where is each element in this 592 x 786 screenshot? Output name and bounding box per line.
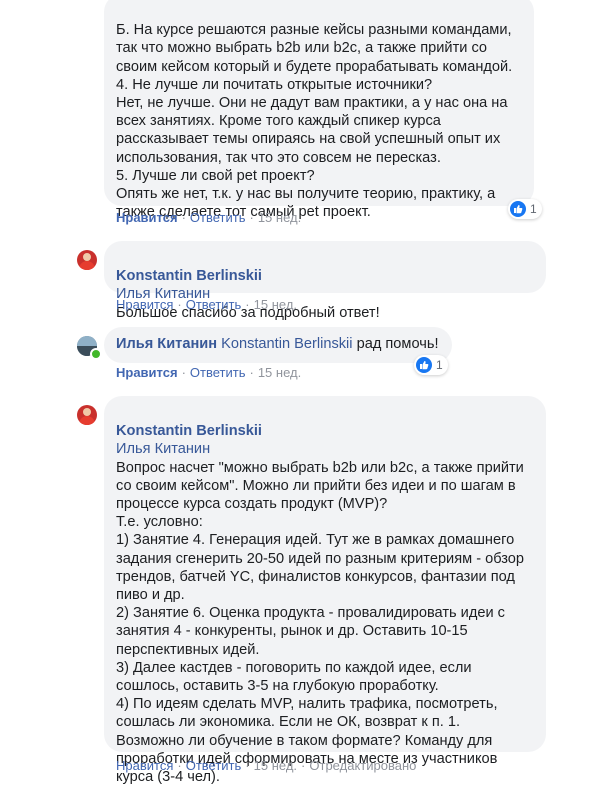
avatar[interactable] [77, 405, 97, 425]
comment-actions: Нравится · Ответить · 15 нед. [116, 297, 298, 312]
timestamp[interactable]: 15 нед. [258, 210, 301, 225]
like-link[interactable]: Нравится [116, 210, 178, 225]
reply-link[interactable]: Ответить [186, 758, 242, 773]
thumbs-up-icon [416, 357, 432, 373]
like-link[interactable]: Нравится [116, 297, 173, 312]
comment-bubble: Konstantin Berlinskii Илья Китанин Вопро… [104, 396, 546, 785]
comment-author[interactable]: Илья Китанин [116, 336, 217, 352]
comment-author[interactable]: Konstantin Berlinskii [116, 268, 262, 284]
reply-link[interactable]: Ответить [190, 365, 246, 380]
reaction-badge[interactable]: 1 [414, 355, 448, 375]
thumbs-up-icon [510, 201, 526, 217]
timestamp[interactable]: 15 нед. [254, 758, 297, 773]
comment-mention[interactable]: Konstantin Berlinskii [221, 336, 352, 352]
reply-link[interactable]: Ответить [186, 297, 242, 312]
edited-label[interactable]: Отредактировано [309, 758, 416, 773]
like-link[interactable]: Нравится [116, 758, 173, 773]
reaction-badge[interactable]: 1 [508, 199, 542, 219]
avatar[interactable] [77, 250, 97, 270]
comment-actions: Нравится · Ответить · 15 нед. [116, 365, 302, 380]
comment-author[interactable]: Konstantin Berlinskii [116, 423, 262, 439]
reaction-count: 1 [436, 358, 443, 372]
reaction-count: 1 [530, 202, 537, 216]
timestamp[interactable]: 15 нед. [258, 365, 301, 380]
comment-text: Б. На курсе решаются разные кейсы разным… [116, 22, 513, 221]
comment-actions: Нравится · Ответить · 15 нед. [116, 210, 302, 225]
comment-actions: Нравится · Ответить · 15 нед. · Отредактирован… [116, 758, 417, 773]
online-status-icon [90, 348, 102, 360]
comment-text: рад помочь! [356, 336, 439, 352]
comment-bubble: Илья Китанин Konstantin Berlinskii рад п… [104, 327, 452, 363]
reply-link[interactable]: Ответить [190, 210, 246, 225]
comment-mention[interactable]: Илья Китанин [116, 441, 210, 457]
comment-bubble: Б. На курсе решаются разные кейсы разным… [104, 0, 534, 220]
comment-text: Вопрос насчет "можно выбрать b2b или b2c… [116, 459, 525, 786]
like-link[interactable]: Нравится [116, 365, 178, 380]
timestamp[interactable]: 15 нед. [254, 297, 297, 312]
comment-bubble: Konstantin Berlinskii Илья Китанин Больш… [104, 241, 546, 321]
